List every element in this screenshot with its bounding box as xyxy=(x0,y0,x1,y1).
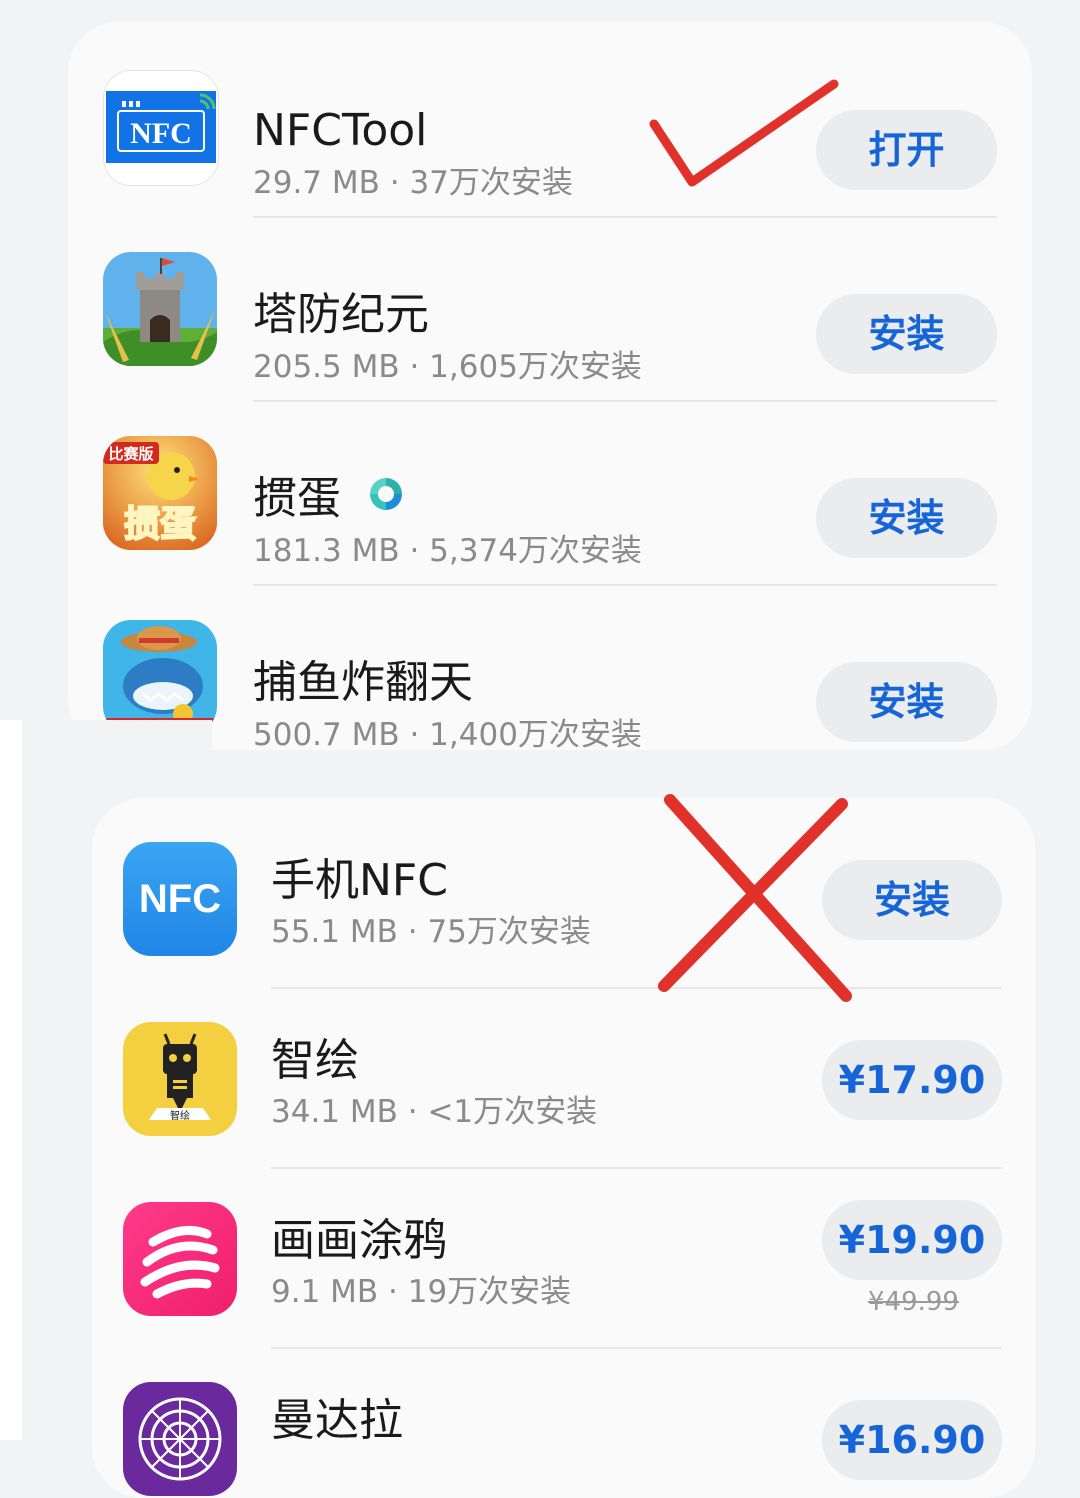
app-name: NFCTool xyxy=(253,105,428,156)
divider xyxy=(253,400,997,402)
app-row-zhihui[interactable]: 智绘 智绘 34.1 MB · <1万次安装 ¥17.90 xyxy=(92,1018,1035,1202)
app-row-doodle[interactable]: 画画涂鸦 9.1 MB · 19万次安装 ¥19.90 ¥49.99 xyxy=(92,1198,1035,1382)
guandan-icon-title-text: 掼蛋 xyxy=(124,504,196,545)
original-price: ¥49.99 xyxy=(868,1287,959,1317)
phone-nfc-app-icon: NFC xyxy=(123,842,237,956)
install-button[interactable]: 安装 xyxy=(822,860,1002,940)
app-row-nfctool[interactable]: NFC NFCTool 29.7 MB · 37万次安装 打开 xyxy=(68,62,1032,246)
app-name: 智绘 xyxy=(271,1035,359,1086)
app-list-card-2: NFC 手机NFC 55.1 MB · 75万次安装 安装 智绘 智绘 34.1… xyxy=(92,798,1035,1498)
tower-defense-game-icon xyxy=(103,252,217,366)
open-button[interactable]: 打开 xyxy=(816,110,997,190)
nfc-tool-icon-text: NFC xyxy=(130,117,192,150)
app-name: 掼蛋 xyxy=(253,473,341,524)
zhihui-robot-icon: 智绘 xyxy=(123,1022,237,1136)
phone-nfc-icon-text: NFC xyxy=(139,877,221,921)
install-button[interactable]: 安装 xyxy=(816,294,997,374)
app-list-card-1: NFC NFCTool 29.7 MB · 37万次安装 打开 塔防纪元 205… xyxy=(68,22,1032,750)
app-meta: 34.1 MB · <1万次安装 xyxy=(271,1094,598,1130)
buy-button[interactable]: ¥17.90 xyxy=(822,1040,1002,1120)
guandan-icon-badge-text: 比赛版 xyxy=(108,445,153,463)
verified-badge-icon xyxy=(366,474,406,514)
app-row-tower-defense[interactable]: 塔防纪元 205.5 MB · 1,605万次安装 安装 xyxy=(68,246,1032,430)
fishing-game-icon xyxy=(103,620,217,734)
mandala-app-icon xyxy=(123,1382,237,1496)
app-meta: 29.7 MB · 37万次安装 xyxy=(253,165,573,201)
divider xyxy=(271,1347,1002,1349)
app-meta: 181.3 MB · 5,374万次安装 xyxy=(253,533,642,569)
app-meta: 500.7 MB · 1,400万次安装 xyxy=(253,717,642,751)
install-button[interactable]: 安装 xyxy=(816,478,997,558)
divider xyxy=(271,987,1002,989)
app-meta: 55.1 MB · 75万次安装 xyxy=(271,914,591,950)
buy-button[interactable]: ¥19.90 xyxy=(822,1200,1002,1280)
app-name: 手机NFC xyxy=(271,855,448,906)
screenshot-seam-strip xyxy=(22,720,212,750)
app-row-guandan[interactable]: 比赛版 掼蛋 掼蛋 181.3 MB · 5,374万次安装 安装 xyxy=(68,430,1032,614)
divider xyxy=(271,1167,1002,1169)
install-button[interactable]: 安装 xyxy=(816,662,997,742)
divider xyxy=(253,584,997,586)
app-name: 捕鱼炸翻天 xyxy=(253,657,473,708)
app-row-mandala[interactable]: 曼达拉 ¥16.90 xyxy=(92,1378,1035,1498)
nfc-tool-app-icon: NFC xyxy=(103,70,219,186)
app-meta: 9.1 MB · 19万次安装 xyxy=(271,1274,572,1310)
app-name: 画画涂鸦 xyxy=(271,1215,447,1266)
app-row-phone-nfc[interactable]: NFC 手机NFC 55.1 MB · 75万次安装 安装 xyxy=(92,838,1035,1022)
app-name: 塔防纪元 xyxy=(253,289,429,340)
divider xyxy=(253,216,997,218)
app-meta: 205.5 MB · 1,605万次安装 xyxy=(253,349,642,385)
app-row-fishing[interactable]: 捕鱼炸翻天 500.7 MB · 1,400万次安装 安装 xyxy=(68,614,1032,750)
screenshot-seam xyxy=(0,720,22,1440)
zhihui-icon-text: 智绘 xyxy=(170,1109,190,1122)
buy-button[interactable]: ¥16.90 xyxy=(822,1400,1002,1480)
doodle-app-icon xyxy=(123,1202,237,1316)
app-name: 曼达拉 xyxy=(271,1395,403,1446)
guandan-game-icon: 比赛版 掼蛋 xyxy=(103,436,217,550)
